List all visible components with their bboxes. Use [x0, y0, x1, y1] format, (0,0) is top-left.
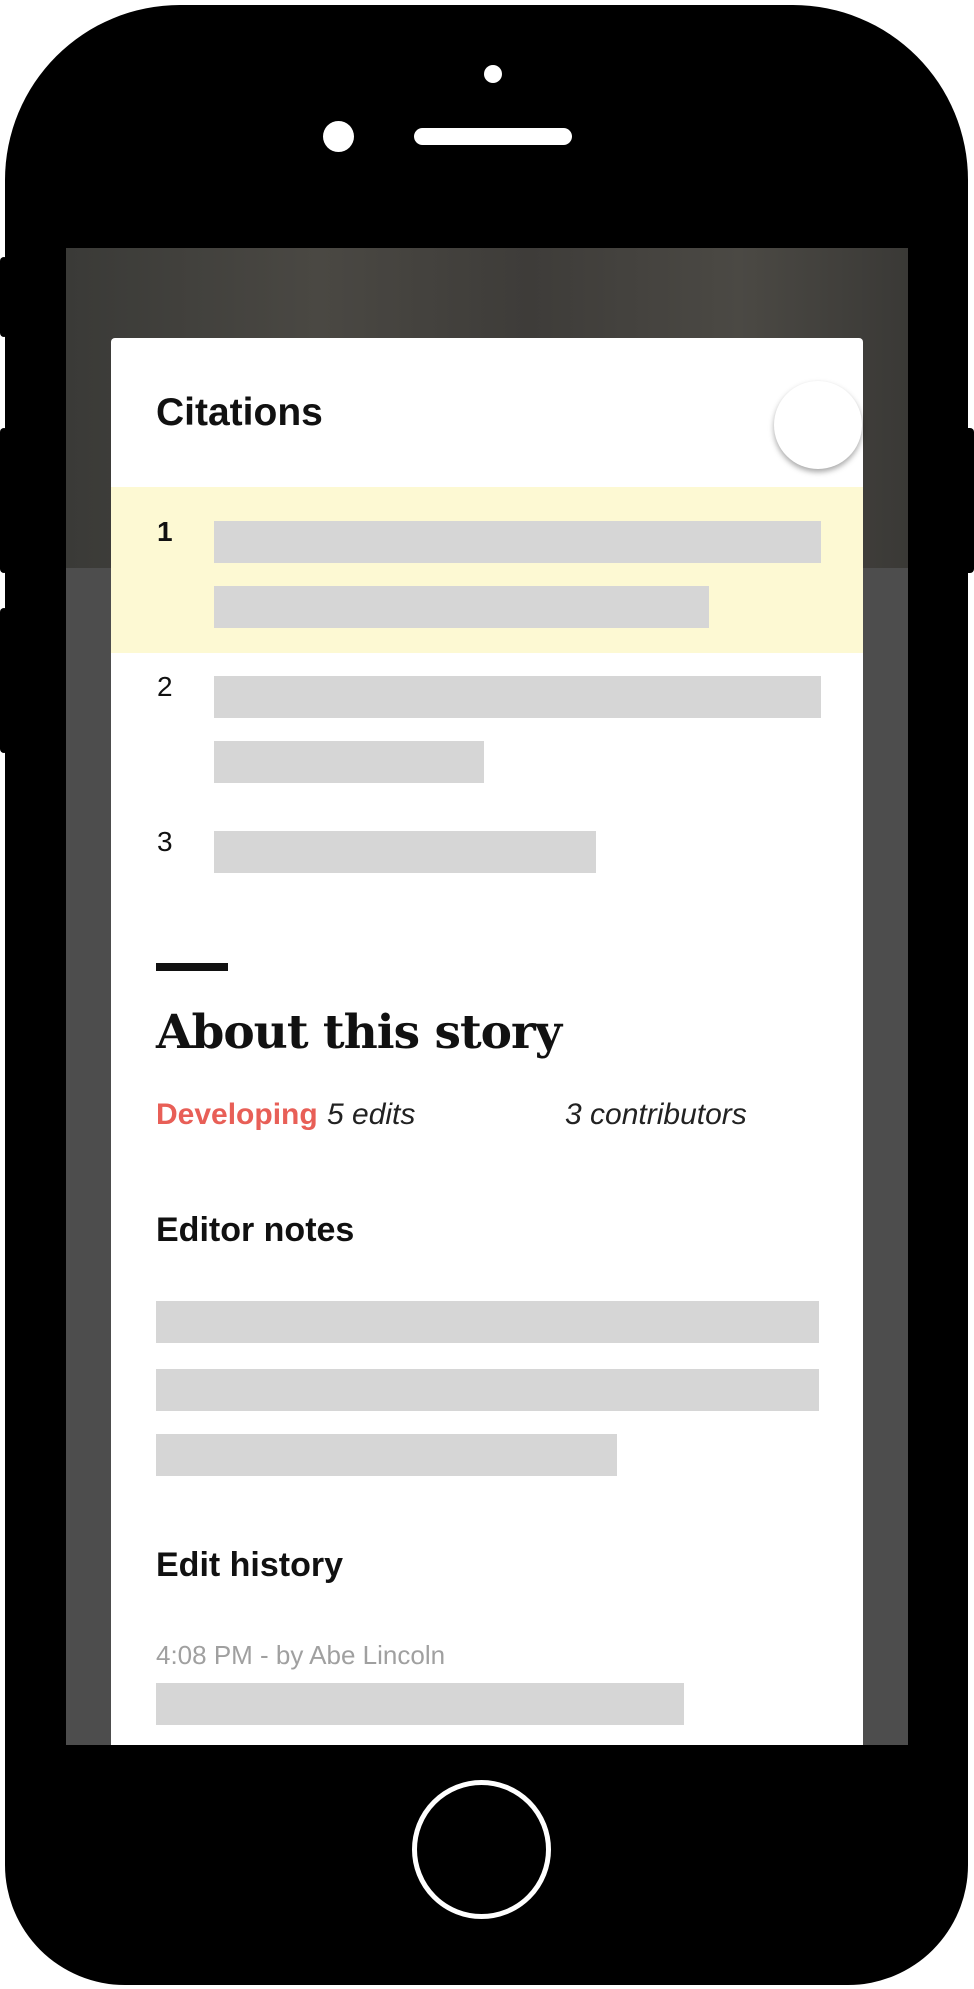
edit-history-meta: 4:08 PM - by Abe Lincoln: [156, 1640, 446, 1670]
volume-up-button: [0, 428, 8, 573]
citation-text-placeholder: [214, 741, 484, 783]
front-camera: [323, 121, 354, 152]
status-badge: Developing: [156, 1098, 318, 1131]
editor-note-placeholder: [156, 1301, 819, 1343]
edits-count[interactable]: 5 edits: [327, 1098, 415, 1132]
editor-note-placeholder: [156, 1434, 617, 1476]
editor-note-placeholder: [156, 1369, 819, 1411]
about-title: About this story: [156, 1005, 562, 1060]
citations-title: Citations: [156, 391, 323, 434]
home-button[interactable]: [412, 1780, 551, 1919]
close-button[interactable]: [774, 381, 862, 469]
citation-number: 2: [157, 671, 173, 702]
citation-highlight: [111, 487, 863, 653]
phone-screen: Citations 1 2 3 About this story Develop…: [66, 248, 908, 1745]
citations-panel: Citations 1 2 3 About this story Develop…: [111, 338, 863, 1745]
editor-notes-title: Editor notes: [156, 1211, 355, 1249]
mute-switch: [0, 257, 8, 337]
edit-history-title: Edit history: [156, 1546, 344, 1584]
power-button: [964, 428, 974, 573]
citation-text-placeholder: [214, 676, 821, 718]
citation-number: 1: [157, 516, 173, 547]
contributors-count[interactable]: 3 contributors: [565, 1098, 747, 1132]
edit-history-placeholder: [156, 1683, 684, 1725]
volume-down-button: [0, 608, 8, 753]
front-sensor: [484, 65, 502, 83]
section-divider: [156, 963, 228, 971]
earpiece-speaker: [414, 128, 572, 145]
citation-text-placeholder: [214, 521, 821, 563]
citation-text-placeholder: [214, 831, 596, 873]
citation-text-placeholder: [214, 586, 709, 628]
citation-number: 3: [157, 826, 173, 857]
